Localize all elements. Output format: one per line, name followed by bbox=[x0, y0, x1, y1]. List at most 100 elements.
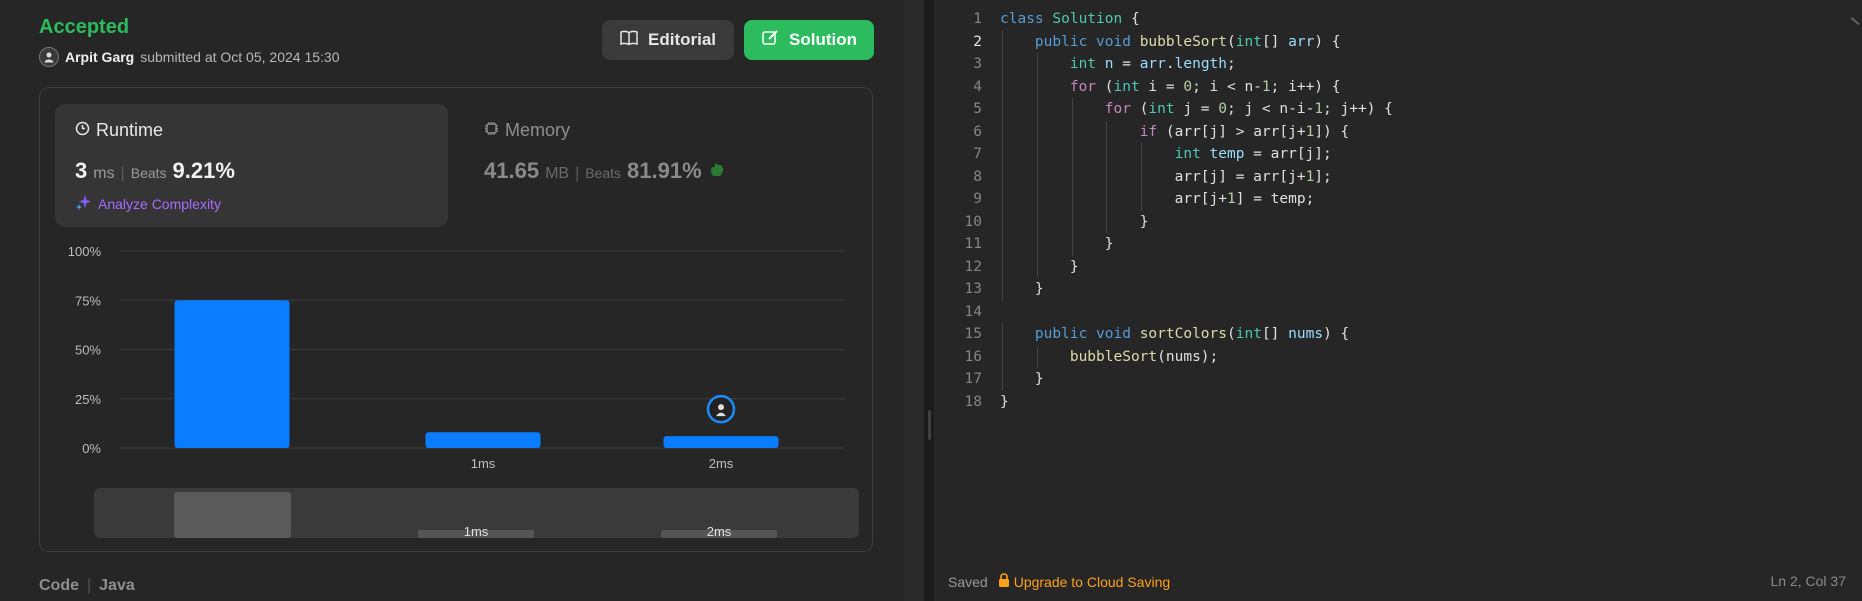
line-number: 11 bbox=[964, 236, 982, 252]
line-number: 15 bbox=[964, 326, 982, 342]
code-text: } bbox=[1000, 393, 1009, 410]
y-tick-label: 0% bbox=[82, 441, 101, 456]
code-text: for (int i = 0; i < n-1; i++) { bbox=[1000, 75, 1341, 98]
saved-status: Saved bbox=[948, 573, 988, 590]
x-tick-label: 2ms bbox=[709, 456, 734, 471]
indent-guide bbox=[1106, 188, 1108, 211]
editor-footer: Saved Upgrade to Cloud Saving Ln 2, Col … bbox=[934, 565, 1862, 601]
code-line[interactable]: 5 for (int j = 0; j < n-i-1; j++) { bbox=[934, 98, 1862, 121]
y-tick-label: 75% bbox=[75, 293, 101, 308]
code-line[interactable]: 12 } bbox=[934, 255, 1862, 278]
avatar-head bbox=[718, 404, 724, 411]
line-number: 10 bbox=[964, 213, 982, 230]
indent-guide bbox=[1071, 233, 1073, 256]
code-line[interactable]: 2 public void bubbleSort(int[] arr) { bbox=[934, 30, 1862, 53]
split-divider[interactable] bbox=[904, 0, 934, 601]
indent-guide bbox=[1002, 120, 1003, 143]
line-number: 8 bbox=[973, 168, 982, 185]
chart-bar bbox=[174, 300, 290, 448]
code-text: class Solution { bbox=[1000, 11, 1140, 27]
indent-guide bbox=[1002, 255, 1003, 278]
indent-guide bbox=[1002, 368, 1003, 391]
code-line[interactable]: 18} bbox=[934, 391, 1862, 414]
code-line[interactable]: 16 bubbleSort(nums); bbox=[934, 345, 1862, 368]
y-tick-label: 25% bbox=[75, 392, 101, 407]
indent-guide bbox=[1141, 188, 1143, 211]
indent-guide bbox=[1106, 143, 1108, 166]
code-line[interactable]: 9 arr[j+1] = temp; bbox=[934, 188, 1862, 211]
overview-label: 1ms bbox=[464, 524, 489, 539]
indent-guide bbox=[1002, 75, 1003, 98]
indent-guide bbox=[1002, 278, 1003, 301]
code-line[interactable]: 6 if (arr[j] > arr[j+1]) { bbox=[934, 120, 1862, 143]
code-text: } bbox=[1000, 278, 1044, 301]
upgrade-cloud-saving-link[interactable]: Upgrade to Cloud Saving bbox=[998, 573, 1170, 590]
line-number: 4 bbox=[973, 78, 982, 95]
line-number: 7 bbox=[973, 146, 982, 162]
chart-bar bbox=[663, 436, 779, 448]
indent-guide bbox=[1141, 165, 1143, 188]
cursor-position: Ln 2, Col 37 bbox=[1770, 573, 1847, 589]
code-line[interactable]: 14 bbox=[934, 301, 1862, 324]
code-line[interactable]: 11 } bbox=[934, 233, 1862, 256]
submission-panel: Accepted Arpit Garg submitted at Oct 05,… bbox=[0, 0, 904, 601]
code-line[interactable]: 17 } bbox=[934, 368, 1862, 391]
indent-guide bbox=[1002, 210, 1003, 233]
code-line[interactable]: 4 for (int i = 0; i < n-1; i++) { bbox=[934, 75, 1862, 98]
indent-guide bbox=[1106, 210, 1108, 233]
code-editor[interactable]: 1 class Solution { 2 public void bubbleSor… bbox=[934, 8, 1862, 413]
line-number: 12 bbox=[964, 258, 982, 275]
code-text: arr[j+1] = temp; bbox=[1000, 188, 1314, 211]
indent-guide bbox=[1071, 165, 1073, 188]
indent-guide bbox=[1002, 165, 1003, 188]
indent-guide bbox=[1002, 233, 1003, 256]
drag-handle[interactable] bbox=[928, 410, 931, 440]
code-line[interactable]: 15 public void sortColors(int[] nums) { bbox=[934, 323, 1862, 346]
line-number: 1 bbox=[973, 11, 982, 27]
indent-guide bbox=[1036, 345, 1038, 368]
line-number: 2 bbox=[973, 33, 982, 50]
y-tick-label: 50% bbox=[75, 343, 101, 358]
indent-guide bbox=[1002, 98, 1003, 121]
code-text: int temp = arr[j]; bbox=[1000, 143, 1332, 166]
line-number: 5 bbox=[973, 101, 982, 117]
indent-guide bbox=[1036, 98, 1038, 121]
code-label-text: Code bbox=[39, 577, 79, 594]
code-text: public void sortColors(int[] nums) { bbox=[1000, 323, 1349, 346]
indent-guide bbox=[1036, 165, 1038, 188]
code-text: } bbox=[1000, 255, 1079, 278]
line-number: 9 bbox=[973, 191, 982, 207]
indent-guide bbox=[1036, 233, 1038, 256]
line-number: 3 bbox=[973, 56, 982, 72]
x-tick-label: 1ms bbox=[471, 456, 496, 471]
code-text: int n = arr.length; bbox=[1000, 53, 1236, 76]
indent-guide bbox=[1036, 53, 1038, 76]
indent-guide bbox=[1002, 323, 1003, 346]
indent-guide bbox=[1071, 210, 1073, 233]
indent-guide bbox=[1036, 210, 1038, 233]
indent-guide bbox=[1002, 188, 1003, 211]
line-number: 16 bbox=[964, 348, 982, 365]
line-number: 13 bbox=[964, 281, 982, 297]
code-line[interactable]: 3 int n = arr.length; bbox=[934, 53, 1862, 76]
indent-guide bbox=[1036, 255, 1038, 278]
lock-icon bbox=[998, 573, 1010, 590]
code-line[interactable]: 8 arr[j] = arr[j+1]; bbox=[934, 165, 1862, 188]
code-text: } bbox=[1000, 210, 1148, 233]
code-line[interactable]: 10 } bbox=[934, 210, 1862, 233]
code-text: } bbox=[1000, 233, 1114, 256]
line-number: 14 bbox=[964, 303, 982, 320]
indent-guide bbox=[1071, 143, 1073, 166]
indent-guide bbox=[1071, 188, 1073, 211]
code-editor-panel[interactable]: 1 class Solution { 2 public void bubbleSor… bbox=[934, 0, 1862, 601]
indent-guide bbox=[1036, 120, 1038, 143]
code-line[interactable]: 1 class Solution { bbox=[934, 8, 1862, 31]
indent-guide bbox=[1036, 188, 1038, 211]
indent-guide bbox=[1002, 30, 1003, 53]
line-number: 18 bbox=[964, 393, 982, 410]
indent-guide bbox=[1036, 143, 1038, 166]
indent-guide bbox=[1071, 98, 1073, 121]
runtime-distribution-chart: 100% 75% 50% 25% 0% 1ms 2ms 1ms 2ms bbox=[68, 244, 859, 539]
code-line[interactable]: 13 } bbox=[934, 278, 1862, 301]
code-line[interactable]: 7 int temp = arr[j]; bbox=[934, 143, 1862, 166]
